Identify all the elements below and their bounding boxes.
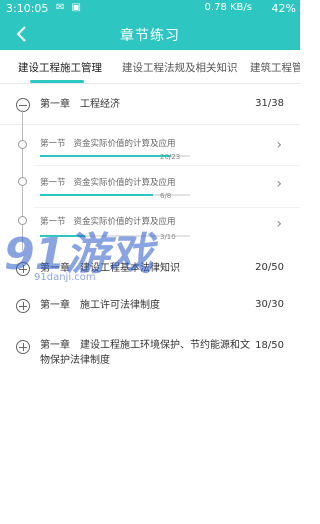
app-bar: 章节练习	[0, 18, 300, 50]
page-title: 章节练习	[120, 28, 180, 44]
subject-tabs: 建设工程施工管理 建设工程法规及相关知识 建筑工程管	[0, 50, 300, 84]
section-dot-icon	[18, 177, 27, 186]
notification-icons: ✉ ▣	[56, 2, 84, 13]
section-progress-text: 6/8	[160, 192, 172, 200]
section-title: 第一节 资金实际价值的计算及应用	[40, 178, 176, 188]
section-progress-text: 20/23	[160, 153, 181, 161]
section-progress-fill	[40, 194, 153, 196]
chapter-item[interactable]: 第一章 建设工程基本法律知识 20/50	[0, 252, 300, 286]
collapse-icon[interactable]	[16, 98, 30, 112]
section-progress-fill	[40, 235, 85, 237]
chapter-title: 第一章 施工许可法律制度	[40, 300, 160, 311]
chapter-item[interactable]: 第一章 建设工程施工环境保护、节约能源和文物保护法律制度 18/50	[0, 326, 300, 376]
chapter-count: 18/50	[255, 340, 284, 351]
expand-icon[interactable]	[16, 340, 30, 354]
status-time: 3:10:05	[6, 2, 49, 15]
chevron-right-icon[interactable]: ›	[276, 137, 282, 153]
network-speed: 0.78 KB/s	[204, 2, 252, 13]
battery-level: 42%	[271, 2, 296, 15]
chapter-count: 20/50	[255, 262, 284, 273]
section-item[interactable]: 第一节 资金实际价值的计算及应用 3/10 ›	[0, 208, 300, 252]
section-item[interactable]: 第一节 资金实际价值的计算及应用 20/23 ›	[0, 124, 300, 166]
section-item[interactable]: 第一节 资金实际价值的计算及应用 6/8 ›	[0, 166, 300, 208]
section-title: 第一节 资金实际价值的计算及应用	[40, 217, 176, 227]
chapter-title: 第一章 建设工程基本法律知识	[40, 263, 180, 274]
chapter-item[interactable]: 第一章 施工许可法律制度 30/30	[0, 286, 300, 326]
chapter-count: 31/38	[255, 98, 284, 109]
tab-construction-law[interactable]: 建设工程法规及相关知识	[122, 60, 238, 75]
tab-construction-management[interactable]: 建设工程施工管理	[18, 60, 102, 75]
section-dot-icon	[18, 140, 27, 149]
chapter-title: 第一章 工程经济	[40, 99, 120, 110]
chapter-count: 30/30	[255, 299, 284, 310]
expand-icon[interactable]	[16, 262, 30, 276]
chevron-right-icon[interactable]: ›	[276, 216, 282, 232]
chapter-item[interactable]: 第一章 工程经济 31/38	[0, 84, 300, 124]
section-progress-text: 3/10	[160, 233, 176, 241]
active-tab-indicator	[30, 80, 84, 83]
chapter-title: 第一章 建设工程施工环境保护、节约能源和文物保护法律制度	[40, 340, 250, 366]
status-bar: 3:10:05 ✉ ▣ 0.78 KB/s 42%	[0, 0, 300, 18]
section-title: 第一节 资金实际价值的计算及应用	[40, 139, 176, 149]
section-progress-fill	[40, 155, 171, 157]
chevron-right-icon[interactable]: ›	[276, 176, 282, 192]
section-dot-icon	[18, 216, 27, 225]
tab-building-engineering[interactable]: 建筑工程管	[250, 60, 300, 75]
expand-icon[interactable]	[16, 299, 30, 313]
